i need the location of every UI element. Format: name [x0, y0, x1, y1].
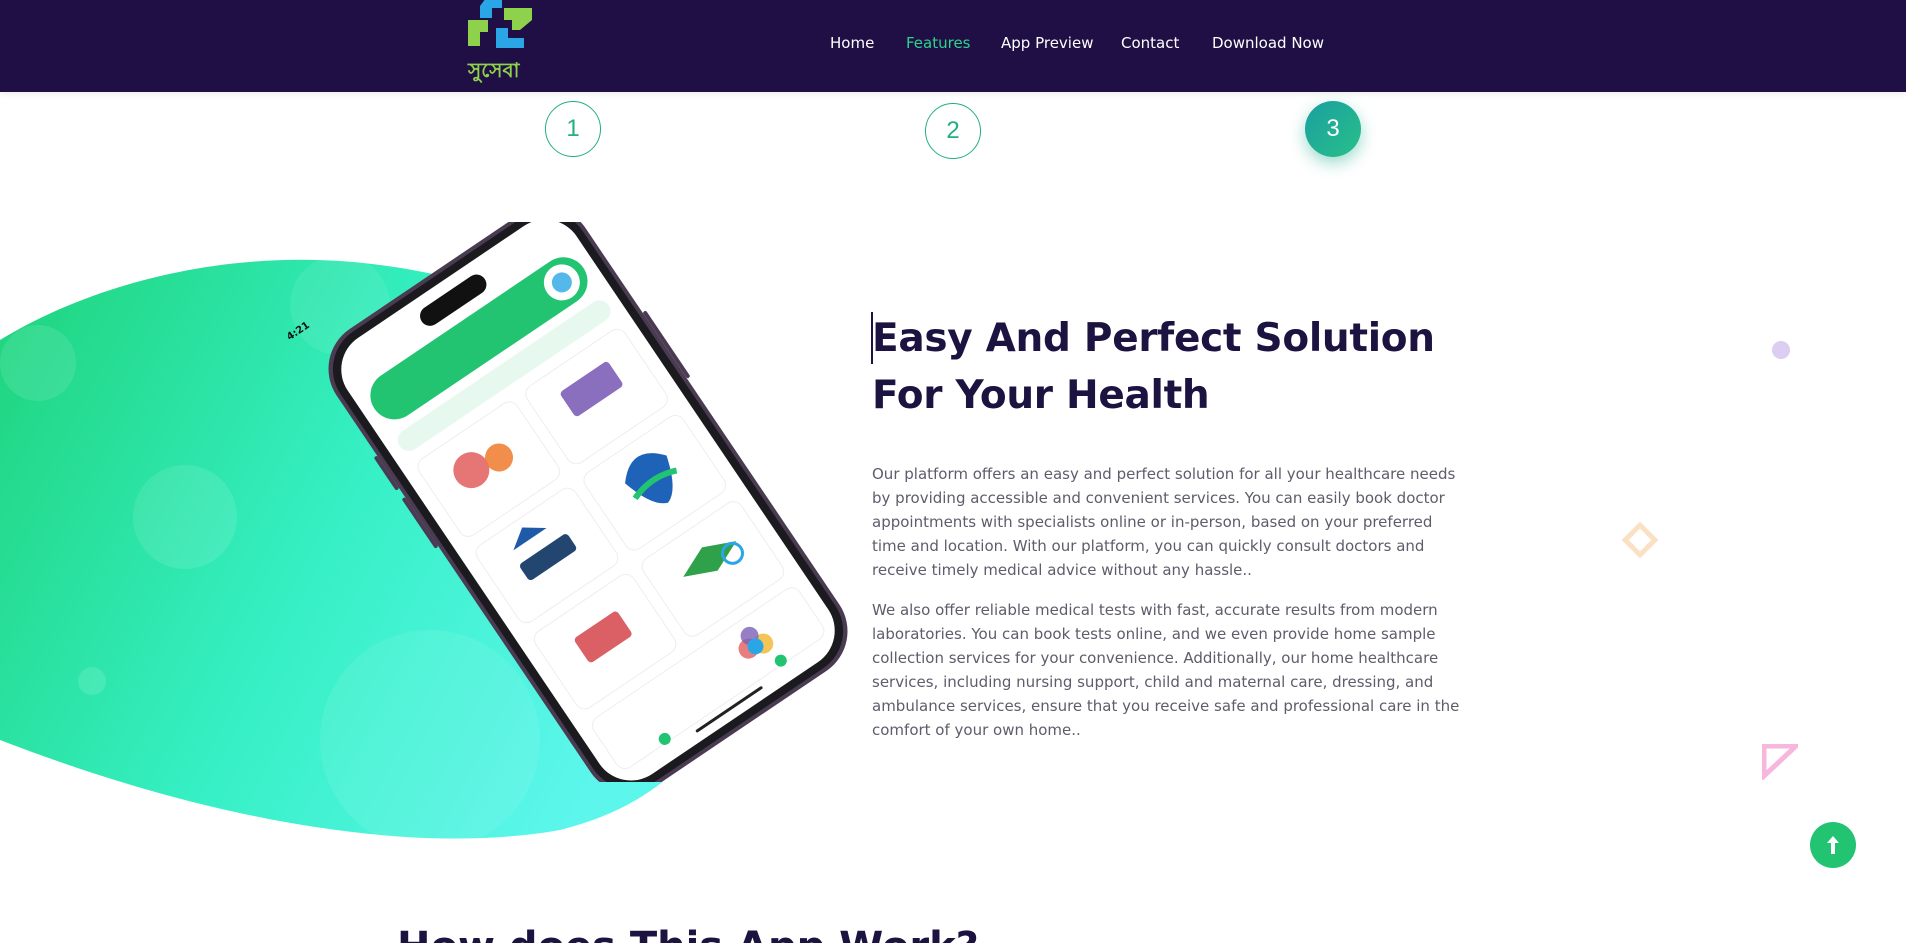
feature-headline: Easy And Perfect Solution For Your Healt… — [872, 316, 1435, 418]
text-cursor — [871, 312, 873, 364]
phone-illustration — [328, 206, 848, 794]
top-navbar: সুসেবা Home Features App Preview Contact… — [0, 0, 1906, 92]
back-to-top-button[interactable] — [1810, 822, 1856, 868]
decor-diamond — [1621, 521, 1659, 559]
back-to-top-icon — [1827, 836, 1839, 854]
nav-app-preview[interactable]: App Preview — [1001, 34, 1093, 52]
feature-paragraph-2: We also offer reliable medical tests wit… — [872, 601, 1460, 739]
feature-paragraph-1: Our platform offers an easy and perfect … — [872, 465, 1456, 579]
phone-mockup: 4:21 Hello! Khan — [258, 206, 858, 794]
nav-contact[interactable]: Contact — [1121, 34, 1179, 52]
nav-features[interactable]: Features — [906, 34, 971, 52]
step-2-button[interactable]: 2 — [925, 103, 981, 159]
decor-triangle — [1762, 744, 1798, 780]
brand-logo[interactable]: সুসেবা — [462, 0, 538, 90]
next-section-title: How does This App Work? — [397, 924, 979, 943]
feature-content: Easy And Perfect Solution For Your Healt… — [871, 310, 1462, 424]
logo-text: সুসেবা — [468, 58, 520, 82]
step-3-button[interactable]: 3 — [1305, 101, 1361, 157]
step-1-button[interactable]: 1 — [545, 101, 601, 157]
nav-home[interactable]: Home — [830, 34, 874, 52]
nav-download-now[interactable]: Download Now — [1212, 34, 1324, 52]
decor-dot — [1772, 341, 1790, 359]
